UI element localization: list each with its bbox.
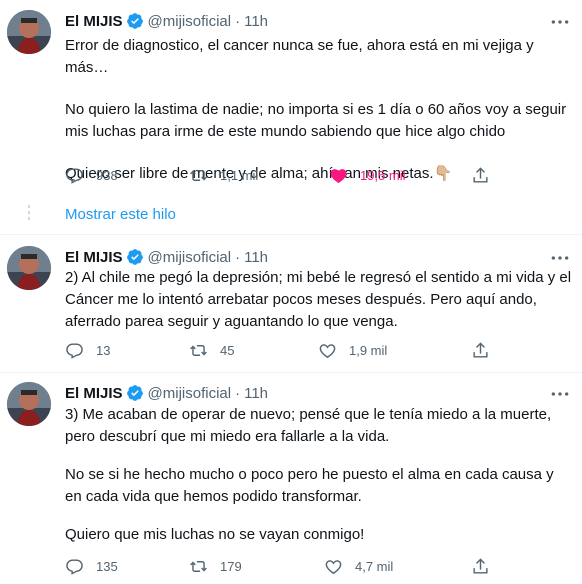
more-options-icon[interactable] <box>550 249 570 267</box>
like-icon <box>319 344 336 359</box>
separator-dot: · <box>235 12 241 30</box>
tweet-paragraph: No se si he hecho mucho o poco pero he p… <box>65 466 558 505</box>
retweet-button[interactable]: 1,1 mil <box>189 166 258 185</box>
tweet-2[interactable]: El MIJIS @mijisoficial · 11h 2) Al chile… <box>0 238 582 370</box>
like-button[interactable]: 1,9 mil <box>318 341 387 360</box>
like-icon <box>325 560 342 575</box>
retweet-icon <box>190 170 207 181</box>
reply-count: 13 <box>96 343 111 358</box>
separator-dot: · <box>235 248 241 266</box>
author-handle[interactable]: @mijisoficial <box>148 249 232 266</box>
share-button[interactable] <box>471 557 502 576</box>
tweet-header: El MIJIS @mijisoficial · 11h <box>65 382 268 404</box>
show-thread-link[interactable]: Mostrar este hilo <box>65 206 176 223</box>
like-count: 19,5 mil <box>360 168 406 183</box>
avatar[interactable] <box>7 10 51 54</box>
like-count: 4,7 mil <box>355 559 394 574</box>
reply-icon <box>66 168 83 184</box>
author-handle[interactable]: @mijisoficial <box>148 385 232 402</box>
reply-icon <box>66 559 83 575</box>
reply-count: 938 <box>96 168 118 183</box>
share-icon <box>473 167 488 183</box>
timestamp[interactable]: 11h <box>244 249 268 266</box>
share-button[interactable] <box>471 166 502 185</box>
tweet-text: Error de diagnostico, el cancer nunca se… <box>65 35 573 185</box>
tweet-1[interactable]: El MIJIS @mijisoficial · 11h Error de di… <box>0 0 582 200</box>
separator-dot: · <box>235 384 241 402</box>
thread-connector <box>28 205 30 223</box>
retweet-button[interactable]: 179 <box>189 557 242 576</box>
tweet-paragraph: 2) Al chile me pegó la depresión; mi beb… <box>65 269 576 330</box>
tweet-actions: 938 1,1 mil 19,5 mil <box>65 166 495 190</box>
reply-count: 135 <box>96 559 118 574</box>
tweet-paragraph: Quiero que mis luchas no se vayan conmig… <box>65 526 365 543</box>
tweet-header: El MIJIS @mijisoficial · 11h <box>65 246 268 268</box>
author-name[interactable]: El MIJIS <box>65 385 123 402</box>
verified-badge-icon <box>126 12 144 30</box>
tweet-paragraph: Error de diagnostico, el cancer nunca se… <box>65 37 538 76</box>
author-name[interactable]: El MIJIS <box>65 13 123 30</box>
reply-button[interactable]: 13 <box>65 341 110 360</box>
tweet-actions: 135 179 4,7 mil <box>65 557 495 581</box>
tweet-text: 3) Me acaban de operar de nuevo; pensé q… <box>65 404 573 546</box>
retweet-icon <box>190 561 207 572</box>
retweet-count: 45 <box>220 343 235 358</box>
timestamp[interactable]: 11h <box>244 13 268 30</box>
tweet-text: 2) Al chile me pegó la depresión; mi beb… <box>65 267 573 333</box>
tweet-paragraph: 3) Me acaban de operar de nuevo; pensé q… <box>65 406 556 445</box>
author-handle[interactable]: @mijisoficial <box>148 13 232 30</box>
reply-icon <box>66 343 83 359</box>
verified-badge-icon <box>126 384 144 402</box>
tweet-paragraph: No quiero la lastima de nadie; no import… <box>65 101 571 140</box>
reply-button[interactable]: 938 <box>65 166 118 185</box>
like-icon <box>330 169 347 184</box>
like-button[interactable]: 4,7 mil <box>324 557 393 576</box>
more-options-icon[interactable] <box>550 385 570 403</box>
reply-button[interactable]: 135 <box>65 557 118 576</box>
share-button[interactable] <box>471 341 502 360</box>
avatar[interactable] <box>7 246 51 290</box>
tweet-header: El MIJIS @mijisoficial · 11h <box>65 10 268 32</box>
retweet-icon <box>190 345 207 356</box>
tweet-actions: 13 45 1,9 mil <box>65 341 495 365</box>
retweet-button[interactable]: 45 <box>189 341 234 360</box>
verified-badge-icon <box>126 248 144 266</box>
divider <box>0 372 582 373</box>
tweet-3[interactable]: El MIJIS @mijisoficial · 11h 3) Me acaba… <box>0 374 582 584</box>
timestamp[interactable]: 11h <box>244 385 268 402</box>
author-name[interactable]: El MIJIS <box>65 249 123 266</box>
like-count: 1,9 mil <box>349 343 388 358</box>
more-options-icon[interactable] <box>550 13 570 31</box>
retweet-count: 1,1 mil <box>220 168 259 183</box>
divider <box>0 234 582 235</box>
like-button[interactable]: 19,5 mil <box>329 166 406 185</box>
retweet-count: 179 <box>220 559 242 574</box>
share-icon <box>473 558 488 574</box>
share-icon <box>473 342 488 358</box>
avatar[interactable] <box>7 382 51 426</box>
